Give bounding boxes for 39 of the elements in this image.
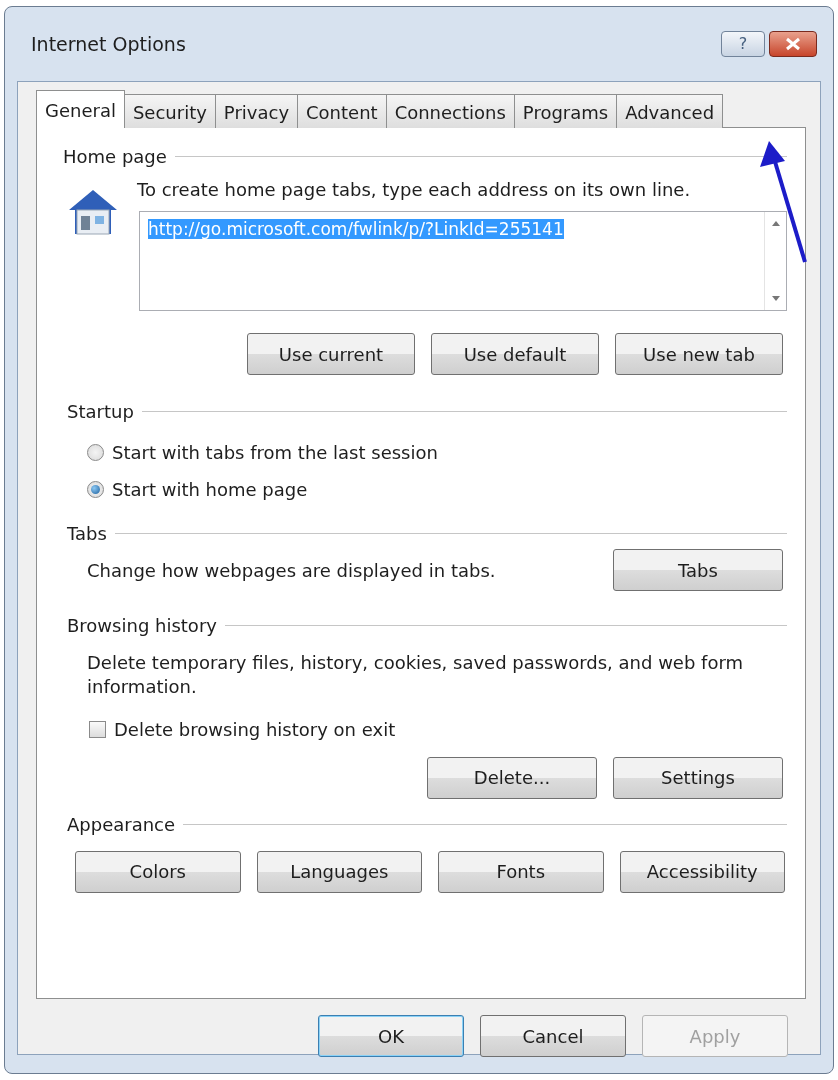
button[interactable]: Cancel <box>480 1015 626 1057</box>
section-label: Startup <box>67 399 134 424</box>
button[interactable]: Fonts <box>438 850 604 893</box>
description-text: Change how webpages are displayed in tabs. <box>87 558 496 583</box>
button[interactable]: Accessibility <box>619 850 785 893</box>
close-icon <box>784 37 802 51</box>
description-text: Delete temporary files, history, cookies, saved passwords, and web form information. <box>87 651 745 700</box>
scroll-up-icon[interactable] <box>770 220 781 226</box>
tab[interactable]: Advanced <box>616 94 724 128</box>
radio-label[interactable]: Start with tabs from the last session <box>112 439 438 466</box>
tab[interactable]: Security <box>123 94 216 128</box>
tab[interactable]: Privacy <box>214 94 299 128</box>
tabs-button[interactable]: Tabs <box>613 549 783 591</box>
button[interactable]: Use new tab <box>615 333 783 375</box>
section-label: Browsing history <box>67 613 217 638</box>
hint-text: To create home page tabs, type each address on its own line. <box>137 178 692 202</box>
button[interactable]: OK <box>318 1015 464 1057</box>
button[interactable]: Settings <box>613 756 783 799</box>
button[interactable]: Delete... <box>427 756 597 799</box>
tab[interactable]: Programs <box>513 94 618 128</box>
section-label: Home page <box>63 144 167 169</box>
radio-label[interactable]: Start with home page <box>112 476 308 503</box>
tab[interactable]: Connections <box>385 94 515 128</box>
radio-button[interactable] <box>87 444 104 461</box>
scroll-down-icon[interactable] <box>770 296 781 302</box>
help-button[interactable]: ? <box>721 31 765 57</box>
tab[interactable]: General <box>36 90 125 128</box>
close-button[interactable] <box>769 31 817 57</box>
window-title: Internet Options <box>31 31 186 57</box>
button[interactable]: Use current <box>247 333 415 375</box>
radio-button[interactable] <box>87 481 104 498</box>
section-label: Appearance <box>67 813 176 838</box>
checkbox[interactable] <box>89 720 106 738</box>
button[interactable]: Colors <box>75 850 241 893</box>
section-label: Tabs <box>67 521 107 546</box>
button[interactable]: Languages <box>256 850 422 893</box>
checkbox-label[interactable]: Delete browsing history on exit <box>114 715 396 743</box>
tab[interactable]: Content <box>297 94 387 128</box>
button[interactable]: Use default <box>431 333 599 375</box>
